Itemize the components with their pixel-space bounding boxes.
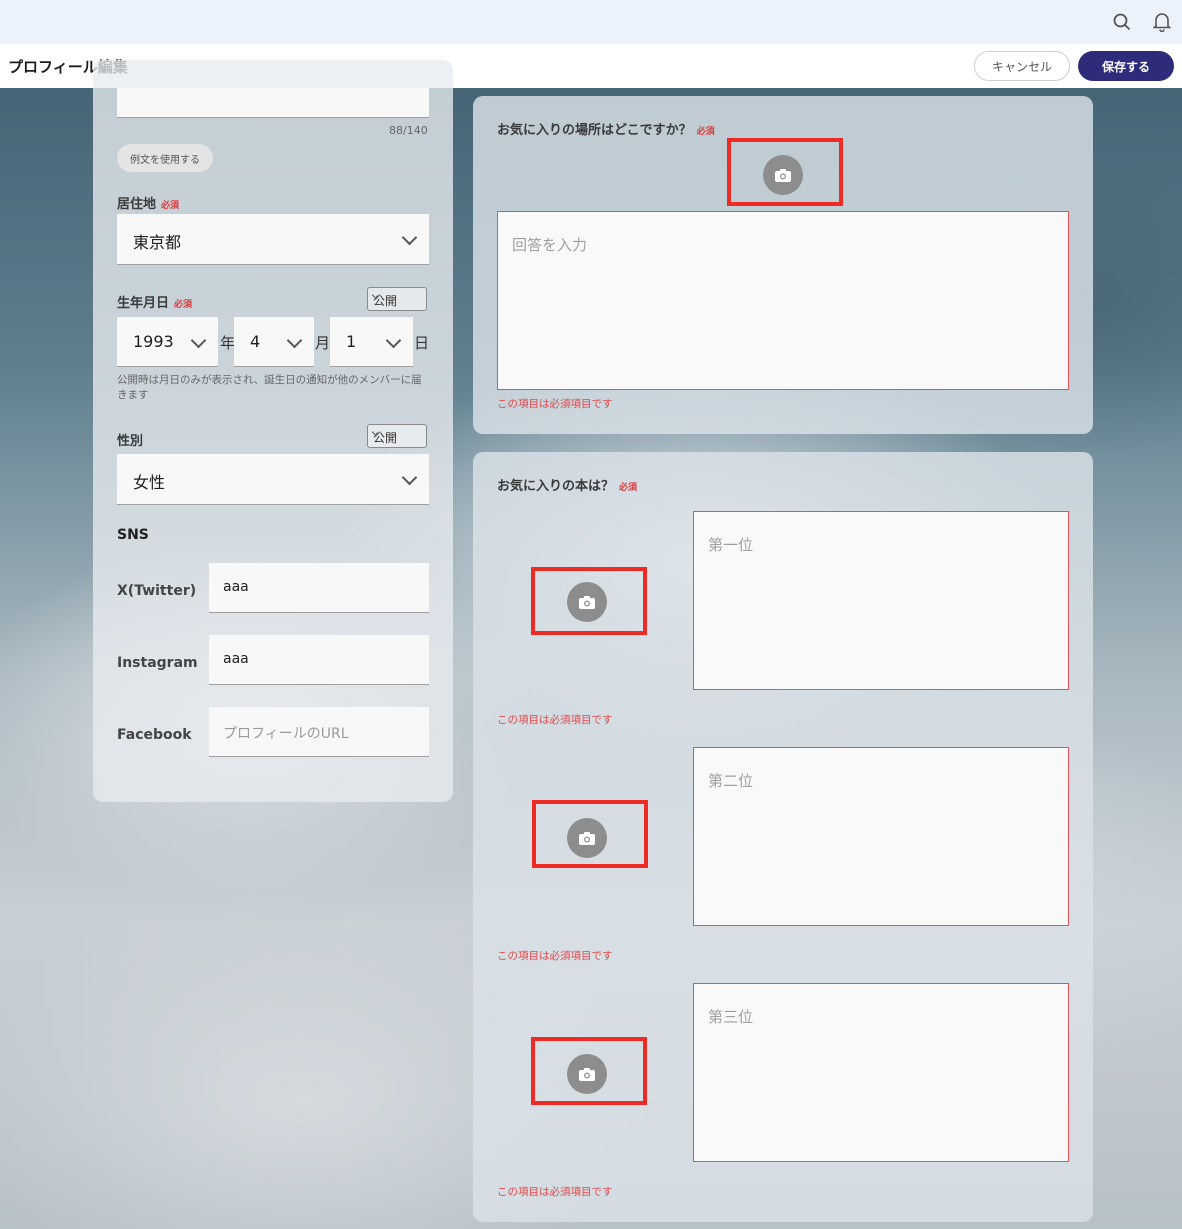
- chevron-down-icon: [190, 332, 207, 349]
- gender-value: 女性: [133, 473, 166, 492]
- chevron-down-icon: [286, 332, 303, 349]
- required-badge: 必須: [161, 201, 180, 211]
- twitter-value: aaa: [223, 579, 249, 595]
- facebook-placeholder: プロフィールのURL: [223, 726, 349, 742]
- chevron-down-icon: [401, 469, 418, 486]
- residence-label: 居住地 必須: [117, 193, 179, 212]
- question-title-text: お気に入りの本は？: [497, 479, 615, 494]
- required-badge: 必須: [619, 483, 638, 493]
- book-rank-3-placeholder: 第三位: [708, 1008, 754, 1026]
- top-bar: [0, 0, 1182, 44]
- instagram-label: Instagram: [117, 655, 198, 671]
- cancel-button[interactable]: キャンセル: [974, 51, 1070, 81]
- question-title-text: お気に入りの場所はどこですか？: [497, 123, 692, 138]
- question-title: お気に入りの本は？ 必須: [497, 475, 637, 494]
- answer-textarea[interactable]: 回答を入力: [497, 211, 1069, 390]
- twitter-label: X(Twitter): [117, 583, 197, 599]
- chevron-down-icon: [401, 229, 418, 246]
- residence-select[interactable]: 東京都: [117, 214, 429, 265]
- camera-icon[interactable]: [763, 155, 803, 195]
- instagram-input[interactable]: aaa: [209, 635, 429, 685]
- birthday-note: 公開時は月日のみが表示され、誕生日の通知が他のメンバーに届きます: [117, 374, 422, 401]
- camera-icon[interactable]: [567, 582, 607, 622]
- bell-icon[interactable]: [1150, 10, 1174, 34]
- book-rank-2-placeholder: 第二位: [708, 772, 754, 790]
- year-unit: 年: [220, 334, 236, 352]
- birth-year-value: 1993: [133, 332, 174, 351]
- chevron-down-icon: [385, 332, 402, 349]
- month-unit: 月: [315, 334, 331, 352]
- camera-icon[interactable]: [567, 1054, 607, 1094]
- twitter-input[interactable]: aaa: [209, 563, 429, 613]
- birth-day-value: 1: [346, 332, 357, 351]
- error-message: この項目は必須項目です: [497, 1186, 613, 1198]
- birthday-label-text: 生年月日: [117, 296, 170, 311]
- birth-day-select[interactable]: 1: [330, 317, 413, 367]
- use-example-button[interactable]: 例文を使用する: [117, 144, 213, 172]
- required-badge: 必須: [174, 300, 193, 310]
- char-count: 88/140: [389, 124, 428, 137]
- search-icon[interactable]: [1110, 10, 1134, 34]
- book-rank-3-textarea[interactable]: 第三位: [693, 983, 1069, 1162]
- day-unit: 日: [414, 334, 430, 352]
- birth-month-value: 4: [250, 332, 261, 351]
- birthday-label: 生年月日 必須: [117, 292, 192, 311]
- question-favorite-place: お気に入りの場所はどこですか？ 必須 回答を入力 この項目は必須項目です: [473, 96, 1093, 434]
- question-title: お気に入りの場所はどこですか？ 必須: [497, 119, 715, 138]
- question-favorite-book: お気に入りの本は？ 必須 第一位 この項目は必須項目です 第二位 この項目は必須項…: [473, 452, 1093, 1222]
- book-rank-2-textarea[interactable]: 第二位: [693, 747, 1069, 926]
- bio-textarea[interactable]: [117, 88, 429, 118]
- error-message: この項目は必須項目です: [497, 714, 613, 726]
- error-message: この項目は必須項目です: [497, 950, 613, 962]
- gender-visibility-select[interactable]: 公開: [367, 424, 427, 448]
- gender-select[interactable]: 女性: [117, 454, 429, 505]
- facebook-input[interactable]: プロフィールのURL: [209, 707, 429, 757]
- save-button[interactable]: 保存する: [1078, 51, 1174, 81]
- answer-placeholder: 回答を入力: [512, 236, 588, 254]
- profile-form-panel: 88/140 例文を使用する 居住地 必須 東京都 生年月日 必須 公開 1993 …: [93, 60, 453, 802]
- book-rank-1-placeholder: 第一位: [708, 536, 754, 554]
- residence-label-text: 居住地: [117, 197, 157, 212]
- birth-month-select[interactable]: 4: [234, 317, 314, 367]
- gender-label: 性別: [117, 434, 144, 449]
- residence-value: 東京都: [133, 233, 182, 252]
- sns-heading: SNS: [117, 527, 149, 543]
- facebook-label: Facebook: [117, 727, 192, 743]
- book-rank-1-textarea[interactable]: 第一位: [693, 511, 1069, 690]
- required-badge: 必須: [696, 127, 715, 137]
- error-message: この項目は必須項目です: [497, 398, 613, 410]
- birth-year-select[interactable]: 1993: [117, 317, 218, 367]
- camera-icon[interactable]: [567, 818, 607, 858]
- instagram-value: aaa: [223, 651, 249, 667]
- birthday-visibility-select[interactable]: 公開: [367, 287, 427, 311]
